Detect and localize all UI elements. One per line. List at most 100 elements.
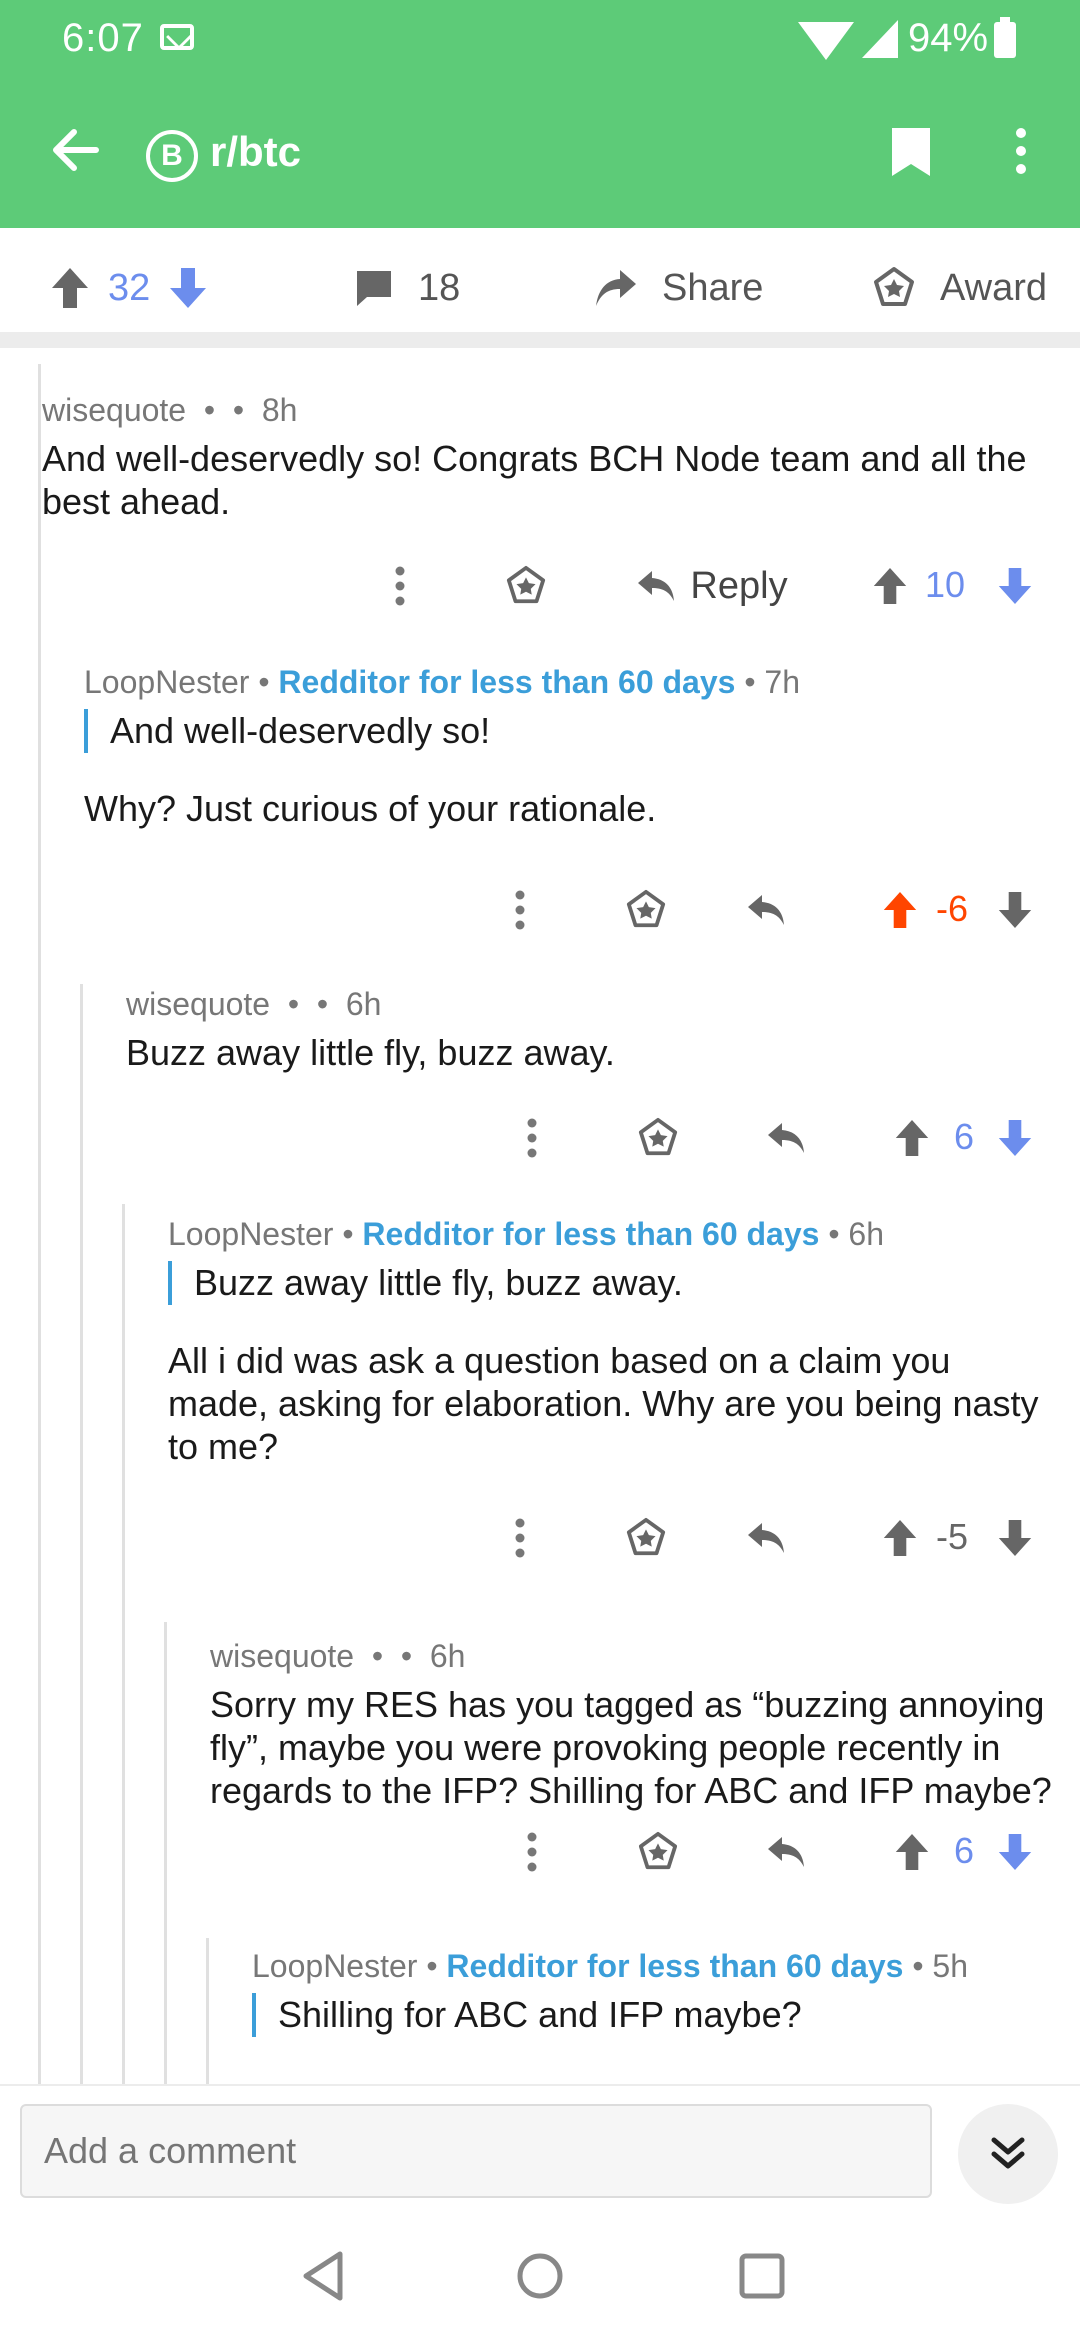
comment: wisequote • • 8h And well-deservedly so!…: [42, 392, 1052, 523]
comments-count: 18: [418, 266, 461, 309]
more-options-icon[interactable]: [490, 880, 550, 940]
user-flair: Redditor for less than 60 days: [362, 1216, 820, 1252]
comment-author[interactable]: LoopNester: [84, 664, 249, 700]
more-options-icon[interactable]: [502, 1108, 562, 1168]
upvote-icon[interactable]: [870, 556, 910, 616]
comment-meta: LoopNester • Redditor for less than 60 d…: [252, 1948, 969, 1984]
reply-icon[interactable]: [756, 1822, 816, 1882]
more-options-icon[interactable]: [490, 1508, 550, 1568]
wifi-icon: [798, 22, 854, 60]
downvote-icon[interactable]: [995, 1508, 1035, 1568]
share-button[interactable]: Share: [594, 266, 763, 310]
upvote-icon[interactable]: [892, 1108, 932, 1168]
comment-score: -5: [935, 1516, 968, 1557]
comment-author[interactable]: wisequote: [210, 1638, 354, 1674]
comment: wisequote • • 6h Buzz away little fly, b…: [126, 986, 1052, 1074]
comment-meta: wisequote • • 6h: [210, 1638, 466, 1674]
reply-icon[interactable]: [736, 1508, 796, 1568]
system-nav-bar: [0, 2210, 1080, 2340]
comment-age: 8h: [261, 392, 298, 428]
quoted-text: Shilling for ABC and IFP maybe?: [252, 1993, 1060, 2037]
comment-score: 10: [924, 564, 966, 605]
award-icon[interactable]: [616, 1508, 676, 1568]
award-icon[interactable]: [628, 1108, 688, 1168]
comment: LoopNester • Redditor for less than 60 d…: [252, 1948, 1060, 2037]
comment-actions: 6: [502, 1822, 1050, 1882]
comment: LoopNester • Redditor for less than 60 d…: [84, 664, 1052, 830]
battery-percent: 94%: [908, 16, 989, 60]
user-flair: Redditor for less than 60 days: [278, 664, 736, 700]
nav-back-icon[interactable]: [294, 2246, 354, 2306]
award-icon[interactable]: [496, 556, 556, 616]
comment-actions: -5: [490, 1508, 1050, 1568]
comment-score: 6: [953, 1830, 975, 1871]
award-icon: [874, 267, 914, 306]
more-options-icon[interactable]: [502, 1822, 562, 1882]
comment-age: 6h: [848, 1216, 885, 1252]
comments-count-button[interactable]: 18: [354, 266, 460, 310]
double-chevron-down-icon: [991, 2137, 1025, 2169]
thread-rail[interactable]: [80, 984, 83, 2084]
comment-author[interactable]: wisequote: [42, 392, 186, 428]
comment-body: Why? Just curious of your rationale.: [84, 788, 657, 829]
comment: LoopNester • Redditor for less than 60 d…: [168, 1216, 1058, 1468]
overflow-menu-icon[interactable]: [1014, 128, 1028, 180]
award-button[interactable]: Award: [872, 266, 1047, 310]
thread-rail[interactable]: [38, 364, 41, 2084]
thread-rail[interactable]: [164, 1622, 167, 2084]
subreddit-title[interactable]: r/btc: [210, 128, 301, 176]
subreddit-icon: B: [146, 130, 198, 182]
quoted-text: And well-deservedly so!: [84, 709, 1052, 753]
back-arrow-icon[interactable]: [48, 124, 100, 176]
nav-recents-icon[interactable]: [732, 2246, 792, 2306]
downvote-icon[interactable]: [168, 266, 208, 310]
comment-meta: LoopNester • Redditor for less than 60 d…: [168, 1216, 885, 1252]
thread-rail[interactable]: [206, 1938, 209, 2084]
award-label: Award: [940, 266, 1048, 309]
upvote-icon[interactable]: [50, 266, 90, 310]
reply-button[interactable]: Reply: [632, 556, 792, 616]
downvote-icon[interactable]: [995, 556, 1035, 616]
comment-body: Sorry my RES has you tagged as “buzzing …: [210, 1684, 1052, 1811]
comment-meta: wisequote • • 6h: [126, 986, 382, 1022]
comment-body: Buzz away little fly, buzz away.: [126, 1032, 615, 1073]
comment-body: All i did was ask a question based on a …: [168, 1340, 1039, 1467]
more-options-icon[interactable]: [370, 556, 430, 616]
post-action-bar: 32 18 Share Award: [0, 228, 1080, 348]
status-time: 6:07: [62, 16, 144, 60]
comment-meta: LoopNester • Redditor for less than 60 d…: [84, 664, 801, 700]
upvote-icon[interactable]: [880, 880, 920, 940]
comment-actions: Reply 10: [370, 556, 1050, 616]
reply-label: Reply: [690, 564, 788, 607]
downvote-icon[interactable]: [995, 1822, 1035, 1882]
add-comment-input[interactable]: [20, 2104, 932, 2198]
downvote-icon[interactable]: [995, 880, 1035, 940]
upvote-icon[interactable]: [892, 1822, 932, 1882]
award-icon[interactable]: [616, 880, 676, 940]
quoted-text: Buzz away little fly, buzz away.: [168, 1261, 1058, 1305]
status-bar: 6:07 94%: [0, 0, 1080, 80]
comment-composer: [0, 2084, 1080, 2210]
comment-icon: [357, 271, 391, 306]
comment-meta: wisequote • • 8h: [42, 392, 298, 428]
comment-score: 6: [953, 1116, 975, 1157]
reply-icon: [638, 571, 675, 601]
thread-rail[interactable]: [122, 1204, 125, 2084]
comment-age: 6h: [345, 986, 382, 1022]
post-score: 32: [108, 266, 151, 309]
upvote-icon[interactable]: [880, 1508, 920, 1568]
award-icon[interactable]: [628, 1822, 688, 1882]
nav-home-icon[interactable]: [510, 2246, 570, 2306]
reply-icon[interactable]: [756, 1108, 816, 1168]
comment-author[interactable]: LoopNester: [168, 1216, 333, 1252]
comment-age: 6h: [429, 1638, 466, 1674]
bookmark-icon[interactable]: [888, 126, 934, 178]
downvote-icon[interactable]: [995, 1108, 1035, 1168]
comment-author[interactable]: wisequote: [126, 986, 270, 1022]
comment-body: And well-deservedly so! Congrats BCH Nod…: [42, 438, 1027, 522]
comment-author[interactable]: LoopNester: [252, 1948, 417, 1984]
post-vote-group: 32: [50, 266, 208, 310]
comment: wisequote • • 6h Sorry my RES has you ta…: [210, 1638, 1060, 1812]
reply-icon[interactable]: [736, 880, 796, 940]
jump-to-next-button[interactable]: [958, 2104, 1058, 2204]
